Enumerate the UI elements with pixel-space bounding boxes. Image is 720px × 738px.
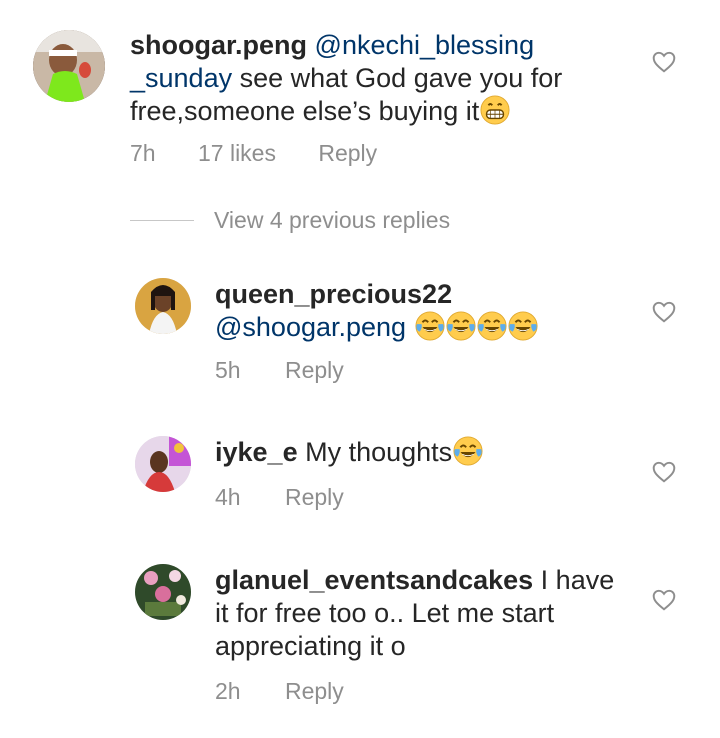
comment-meta: 7h 17 likes Reply [130,140,377,167]
username[interactable]: shoogar.peng [130,30,307,60]
like-heart-icon[interactable] [651,49,677,75]
username[interactable]: queen_precious22 [215,279,452,309]
mention-link[interactable]: @shoogar.peng [215,312,406,342]
reply-button[interactable]: Reply [318,140,377,167]
tears-of-joy-emoji [508,311,538,341]
username[interactable]: glanuel_eventsandcakes [215,565,533,595]
likes-count[interactable]: 17 likes [198,140,276,167]
comment-meta: 5h Reply [215,357,344,384]
comment-body: My thoughts [297,437,453,467]
username[interactable]: iyke_e [215,437,298,467]
grinning-face-emoji [480,95,510,125]
reply-button[interactable]: Reply [285,357,344,384]
like-heart-icon[interactable] [651,299,677,325]
comment-body: free,someone else’s buying it [130,96,480,126]
comment-body: I have [533,565,615,595]
avatar[interactable] [135,436,191,492]
timestamp: 7h [130,140,156,166]
mention-link-cont[interactable]: _sunday [130,63,232,93]
comment-body: see what God gave you for [232,63,563,93]
tears-of-joy-emoji [453,436,483,466]
timestamp: 5h [215,357,241,383]
like-heart-icon[interactable] [651,459,677,485]
reply-button[interactable]: Reply [285,678,344,705]
tears-of-joy-emoji [477,311,507,341]
comment-text: glanuel_eventsandcakes I have it for fre… [215,564,655,663]
tears-of-joy-emoji [446,311,476,341]
like-heart-icon[interactable] [651,587,677,613]
comment-meta: 4h Reply [215,484,344,511]
comment-body: it for free too o.. Let me start [215,598,555,628]
timestamp: 2h [215,678,241,704]
comment-meta: 2h Reply [215,678,344,705]
reply-button[interactable]: Reply [285,484,344,511]
divider-line [130,220,194,221]
comment-text: shoogar.peng @nkechi_blessing _sunday se… [130,29,630,128]
mention-link[interactable]: @nkechi_blessing [315,30,535,60]
avatar[interactable] [135,278,191,334]
tears-of-joy-emoji [415,311,445,341]
comment-text: iyke_e My thoughts [215,436,655,469]
view-previous-replies-label[interactable]: View 4 previous replies [214,207,450,234]
avatar[interactable] [33,30,105,102]
comment-text: queen_precious22 @shoogar.peng [215,278,655,344]
timestamp: 4h [215,484,241,510]
comment-body: appreciating it o [215,631,406,661]
avatar[interactable] [135,564,191,620]
